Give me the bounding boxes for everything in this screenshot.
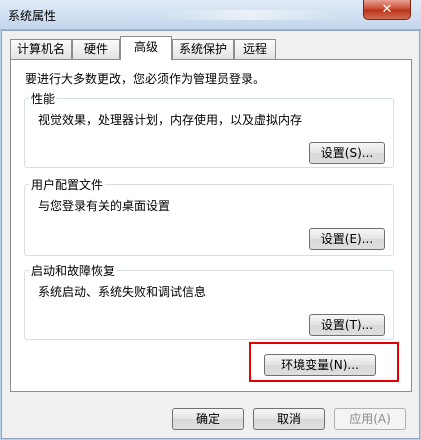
- cancel-button[interactable]: 取消: [253, 408, 325, 430]
- user-profiles-description: 与您登录有关的桌面设置: [38, 199, 171, 213]
- highlight-annotation-box: [249, 342, 399, 382]
- window-title: 系统属性: [8, 9, 57, 23]
- close-button[interactable]: ✕: [363, 0, 411, 20]
- startup-recovery-settings-button[interactable]: 设置(T)...: [309, 314, 385, 336]
- performance-settings-button[interactable]: 设置(S)...: [309, 142, 385, 164]
- tab-remote[interactable]: 远程: [234, 39, 276, 59]
- startup-recovery-description: 系统启动、系统失败和调试信息: [38, 285, 207, 299]
- blurred-title-region: [160, 10, 340, 20]
- dialog-client: 计算机名 硬件 高级 系统保护 远程 要进行大多数更改，您必须作为管理员登录。 …: [1, 30, 420, 439]
- tab-advanced[interactable]: 高级: [120, 36, 172, 60]
- title-bar: 系统属性 ✕: [0, 0, 421, 30]
- admin-note: 要进行大多数更改，您必须作为管理员登录。: [25, 72, 266, 86]
- user-profiles-title: 用户配置文件: [29, 176, 106, 193]
- performance-title: 性能: [29, 90, 58, 107]
- tab-computer-name[interactable]: 计算机名: [10, 39, 72, 59]
- performance-description: 视觉效果，处理器计划，内存使用，以及虚拟内存: [38, 113, 303, 127]
- tab-system-protection[interactable]: 系统保护: [172, 39, 234, 59]
- user-profiles-settings-button[interactable]: 设置(E)...: [309, 228, 385, 250]
- apply-button[interactable]: 应用(A): [334, 408, 406, 430]
- ok-button[interactable]: 确定: [172, 408, 244, 430]
- tab-hardware[interactable]: 硬件: [72, 39, 120, 59]
- startup-recovery-title: 启动和故障恢复: [29, 262, 118, 279]
